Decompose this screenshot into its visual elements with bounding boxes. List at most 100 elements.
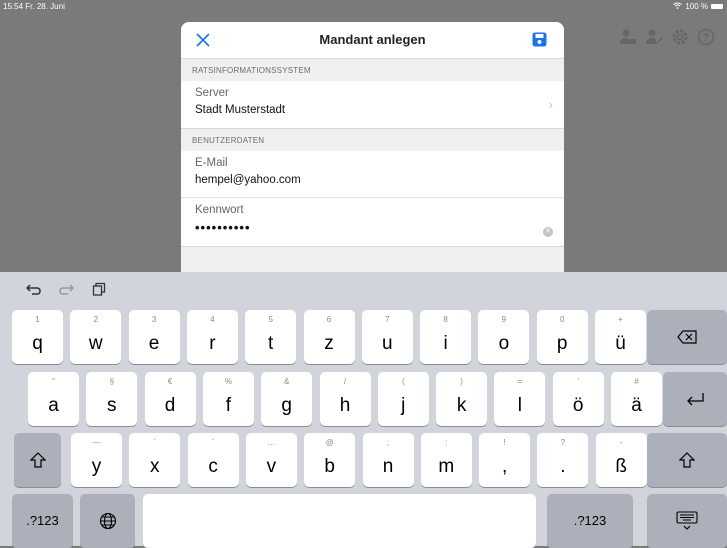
key-r2-5[interactable]: / h	[319, 372, 371, 426]
key-label: l	[517, 395, 522, 416]
shift-right-key[interactable]	[647, 433, 727, 487]
email-field[interactable]: E-Mail hempel@yahoo.com	[181, 151, 564, 198]
password-field[interactable]: Kennwort •••••••••• ✕	[181, 198, 564, 247]
space-key[interactable]	[143, 494, 536, 548]
key-hint: 8	[443, 315, 448, 324]
key-r1-7[interactable]: 8i	[420, 310, 472, 364]
key-label: ß	[615, 456, 627, 477]
globe-icon	[99, 512, 116, 530]
key-r2-1[interactable]: § s	[86, 372, 138, 426]
key-hint: 5	[268, 315, 273, 324]
key-hint: 3	[151, 315, 157, 324]
user-lock-icon[interactable]	[619, 28, 637, 46]
keyboard-hide-icon	[676, 511, 698, 530]
key-r2-10[interactable]: # ä	[611, 372, 662, 426]
email-value[interactable]: hempel@yahoo.com	[195, 172, 553, 189]
key-r3-8[interactable]: ?.	[537, 433, 589, 487]
globe-key[interactable]	[80, 494, 135, 548]
key-r3-7[interactable]: !,	[479, 433, 531, 487]
numbers-key-left[interactable]: .?123	[12, 494, 73, 548]
key-r2-3[interactable]: % f	[202, 372, 254, 426]
key-r1-0[interactable]: 1q	[12, 310, 63, 364]
key-label: ö	[572, 395, 584, 416]
key-r3-0[interactable]: — y	[71, 433, 122, 487]
backspace-key[interactable]	[647, 310, 727, 364]
onscreen-keyboard: 1 q 2 w 3 e 4 r 5 t 6 z 7 u 8 i 9 o 0 p + ü " a § s € d% f & g / h(j) k =…	[0, 272, 727, 548]
wifi-icon	[673, 2, 683, 11]
key-r2-8[interactable]: = l	[494, 372, 546, 426]
key-r3-3[interactable]: … v	[245, 433, 297, 487]
key-r3-9[interactable]: -ß	[595, 433, 647, 487]
key-hint: -	[619, 438, 623, 447]
key-r1-10[interactable]: + ü	[595, 310, 646, 364]
key-r2-9[interactable]: ' ö	[552, 372, 604, 426]
gear-icon[interactable]	[671, 28, 689, 46]
key-label: ,	[501, 456, 508, 477]
key-r2-2[interactable]: € d	[144, 372, 196, 426]
key-label: h	[339, 395, 351, 416]
password-value[interactable]: ••••••••••	[195, 219, 553, 236]
key-hint: €	[167, 377, 173, 386]
svg-text:?: ?	[703, 32, 710, 44]
key-hint: 4	[210, 315, 215, 324]
key-r1-9[interactable]: 0p	[536, 310, 588, 364]
key-r1-1[interactable]: 2w	[70, 310, 122, 364]
battery-percent: 100 %	[685, 2, 708, 11]
key-label: x	[150, 456, 160, 477]
key-hint: 2	[93, 315, 99, 324]
key-label: r	[209, 333, 216, 354]
key-r1-5[interactable]: 6z	[303, 310, 355, 364]
hide-keyboard-key[interactable]	[647, 494, 727, 548]
key-hint: /	[343, 377, 347, 386]
key-hint: 6	[326, 315, 332, 324]
email-label: E-Mail	[195, 157, 228, 169]
return-key[interactable]	[663, 372, 727, 426]
key-r1-2[interactable]: 3e	[128, 310, 180, 364]
save-icon[interactable]	[532, 32, 547, 47]
key-r1-8[interactable]: 9o	[478, 310, 530, 364]
key-r3-5[interactable]: ; n	[362, 433, 414, 487]
numbers-key-right[interactable]: .?123	[547, 494, 633, 548]
key-r2-0[interactable]: " a	[28, 372, 79, 426]
create-client-dialog: Mandant anlegen RATSINFORMATIONSSYSTEM S…	[181, 22, 564, 272]
key-hint: 9	[501, 315, 507, 324]
key-hint: =	[517, 377, 523, 386]
key-r1-4[interactable]: 5t	[245, 310, 297, 364]
key-r3-2[interactable]: ´ c	[187, 433, 239, 487]
key-label: e	[148, 333, 160, 354]
key-hint: §	[109, 377, 115, 386]
section-header-user: BENUTZERDATEN	[192, 136, 265, 145]
server-value: Stadt Musterstadt	[195, 104, 286, 116]
key-r3-6[interactable]: :m	[420, 433, 472, 487]
key-r2-7[interactable]: ) k	[436, 372, 488, 426]
key-label: m	[438, 456, 455, 477]
key-r3-4[interactable]: @ b	[304, 433, 356, 487]
keyboard-shortcut-bar	[0, 272, 727, 310]
key-r3-1[interactable]: ` x	[129, 433, 181, 487]
key-label: d	[164, 395, 176, 416]
key-label: s	[107, 395, 117, 416]
key-label: g	[281, 395, 292, 416]
key-hint: %	[224, 377, 232, 386]
undo-icon[interactable]	[25, 282, 42, 299]
key-r1-3[interactable]: 4r	[186, 310, 238, 364]
key-r2-6[interactable]: (j	[377, 372, 429, 426]
key-hint: 7	[385, 315, 390, 324]
clear-icon[interactable]: ✕	[543, 227, 553, 237]
redo-icon[interactable]	[58, 282, 75, 299]
paste-icon[interactable]	[92, 282, 106, 299]
key-label: y	[91, 456, 102, 477]
key-r2-4[interactable]: & g	[261, 372, 313, 426]
numbers-key-right-label: .?123	[573, 513, 607, 528]
key-hint: ´	[211, 438, 215, 447]
key-hint: `	[153, 438, 157, 447]
shift-left-key[interactable]	[14, 433, 61, 487]
server-cell[interactable]: Server Stadt Musterstadt ›	[181, 81, 564, 129]
password-label: Kennwort	[195, 204, 244, 216]
key-hint: :	[445, 438, 448, 447]
chevron-right-icon: ›	[548, 97, 553, 112]
key-r1-6[interactable]: 7u	[361, 310, 413, 364]
user-edit-icon[interactable]	[645, 28, 663, 46]
help-icon[interactable]: ?	[697, 28, 715, 46]
key-label: .	[560, 456, 566, 477]
